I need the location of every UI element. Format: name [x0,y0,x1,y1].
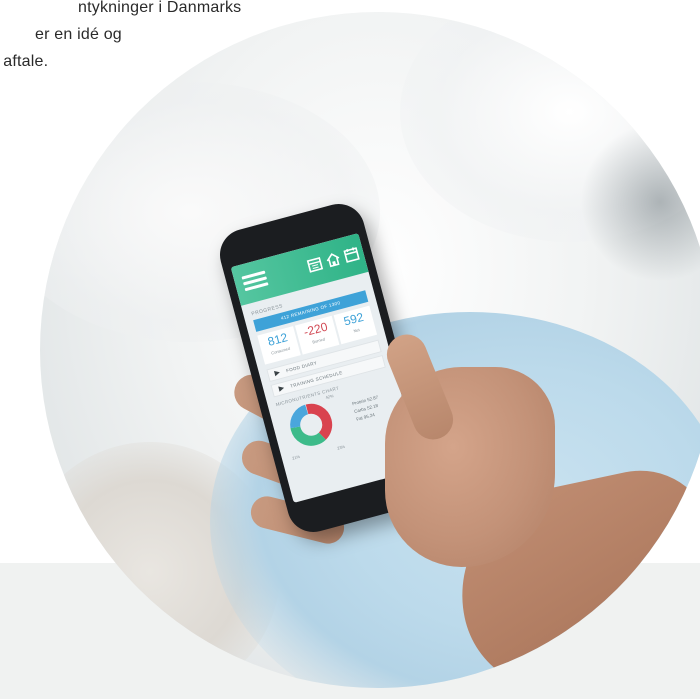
calendar-icon [343,247,360,263]
intro-line-1: ntykninger i Danmarks [78,0,242,16]
page: ntykninger i Danmarks er en idé og t aft… [0,0,700,699]
chart-percent: 23% [336,443,346,451]
chart-legend: Protein 52.87 Carbs 52.18 Fat 95.24 [351,394,379,422]
menu-icon [241,270,269,293]
donut-chart [290,403,333,446]
hero-photo: PROGRESS 412 REMAINING OF 1300 812 Consu… [40,12,700,688]
home-icon [326,253,340,268]
play-icon: ▶ [278,384,286,394]
stat-net: 592 Net [333,305,378,345]
stat-consumed: 812 Consumed [257,326,302,365]
stat-burned: -220 Burned [295,315,340,355]
calendar-icon [306,257,324,273]
chart-percent: 42% [325,393,335,401]
play-icon: ▶ [273,369,282,378]
chart-percent: 21% [291,453,301,461]
intro-line-2: er en idé og [35,26,122,43]
